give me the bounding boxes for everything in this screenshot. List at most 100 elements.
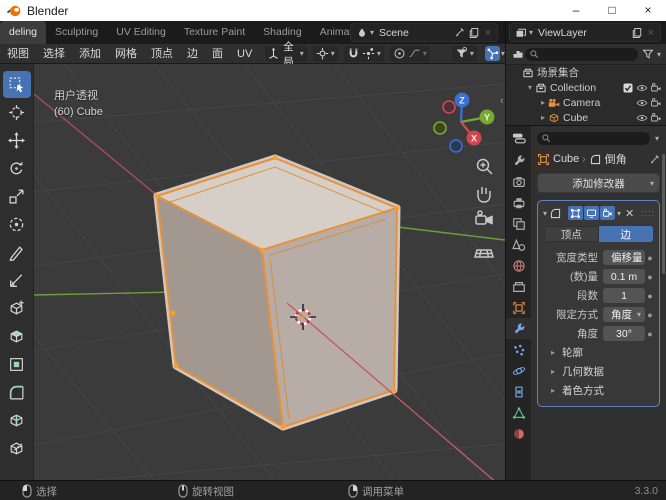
outliner-item-label[interactable]: Camera (563, 97, 600, 109)
cube-object[interactable] (153, 154, 401, 431)
workspace-tab-deling[interactable]: deling (0, 21, 47, 44)
properties-search-input[interactable] (537, 131, 650, 145)
outliner-row-collection[interactable]: ▾ Collection (506, 80, 666, 95)
delete-modifier-icon[interactable]: ✕ (625, 207, 634, 220)
properties-tab-object[interactable] (506, 297, 531, 318)
viewport-menu-3[interactable]: 网格 (108, 44, 144, 64)
minimize-button[interactable]: – (558, 0, 594, 21)
remove-icon[interactable]: × (645, 27, 657, 39)
tool-bevel[interactable] (3, 379, 31, 406)
camera-view-icon[interactable] (475, 210, 493, 225)
animate-dot-icon[interactable]: ● (645, 310, 655, 320)
orientation-dropdown[interactable]: 全局 ▾ (265, 41, 307, 68)
properties-tab-world[interactable] (506, 255, 531, 276)
properties-tab-output[interactable] (506, 192, 531, 213)
affect-edges-button[interactable]: 边 (598, 226, 653, 242)
filter-icon[interactable] (641, 47, 656, 62)
outliner-item-label[interactable]: 场景集合 (537, 65, 579, 80)
tool-cursor[interactable] (3, 99, 31, 126)
proportional-edit-controls[interactable]: ▾ (389, 45, 430, 62)
tool-rotate[interactable] (3, 155, 31, 182)
workspace-tab-uv-editing[interactable]: UV Editing (107, 21, 175, 44)
tool-transform[interactable] (3, 211, 31, 238)
modifier-section-1[interactable]: ▸ 几何数据 (542, 362, 655, 381)
viewport-canvas[interactable]: Z Y X ‹ 用户透视 (60) Cube (34, 64, 505, 480)
close-button[interactable]: × (630, 0, 666, 21)
eye-toggle-icon[interactable] (636, 82, 648, 94)
value-field[interactable]: 1 (603, 288, 645, 303)
snap-controls[interactable]: ▾ (343, 45, 384, 62)
properties-tab-material[interactable] (506, 423, 531, 444)
sidebar-collapse-chevron[interactable]: ‹ (500, 95, 504, 107)
viewlayer-selector[interactable]: ▾ ViewLayer × (509, 23, 661, 42)
breadcrumb-object[interactable]: Cube (553, 153, 579, 165)
add-modifier-button[interactable]: 添加修改器 ▾ (537, 173, 660, 193)
eye-toggle-icon[interactable] (636, 112, 648, 124)
tool-move[interactable] (3, 127, 31, 154)
modifier-section-2[interactable]: ▸ 着色方式 (542, 381, 655, 400)
gizmo-y-neg[interactable] (433, 121, 447, 135)
properties-tab-object-data[interactable] (506, 402, 531, 423)
tool-scale[interactable] (3, 183, 31, 210)
outliner-search-input[interactable] (525, 47, 638, 61)
scene-selector[interactable]: ▾ Scene × (350, 23, 498, 42)
modifier-section-0[interactable]: ▸ 轮廓 (542, 343, 655, 362)
viewport-menu-6[interactable]: 面 (205, 44, 230, 64)
outliner-item-label[interactable]: Collection (550, 82, 596, 94)
dropdown-field[interactable]: 角度 ▾ (603, 307, 645, 322)
tool-measure[interactable] (3, 267, 31, 294)
viewport-menu-5[interactable]: 边 (180, 44, 205, 64)
gizmo-z-neg[interactable] (449, 139, 463, 153)
gizmo-toggle-icon[interactable] (484, 46, 500, 61)
camera-toggle-icon[interactable] (650, 82, 662, 94)
tool-add-cube[interactable] (3, 295, 31, 322)
extras-menu-icon[interactable]: ▾ (616, 209, 622, 218)
properties-tab-render[interactable] (506, 171, 531, 192)
workspace-tab-texture-paint[interactable]: Texture Paint (175, 21, 254, 44)
properties-tab-collection[interactable] (506, 276, 531, 297)
expand-icon[interactable]: ▾ (542, 209, 548, 218)
tool-loop-cut[interactable] (3, 407, 31, 434)
properties-tab-tool[interactable] (506, 150, 531, 171)
checkbox-toggle-icon[interactable] (622, 82, 634, 94)
animate-dot-icon[interactable]: ● (645, 329, 655, 339)
expander-icon[interactable]: ▸ (538, 113, 548, 122)
gizmo-x-neg[interactable] (442, 100, 456, 114)
copy-icon[interactable] (467, 25, 482, 40)
outliner-row-camera[interactable]: ▸ Camera (506, 95, 666, 110)
expander-icon[interactable]: ▸ (538, 98, 548, 107)
editor-type-button[interactable] (506, 126, 531, 150)
realtime-toggle[interactable] (584, 206, 600, 220)
navigation-gizmo[interactable]: Z Y X (433, 92, 495, 153)
zoom-icon[interactable] (476, 158, 493, 175)
tool-knife[interactable] (3, 435, 31, 462)
eye-toggle-icon[interactable] (636, 97, 648, 109)
value-field[interactable]: 30° (603, 326, 645, 341)
properties-tab-physics[interactable] (506, 360, 531, 381)
viewport-menu-2[interactable]: 添加 (72, 44, 108, 64)
properties-tab-modifiers[interactable] (506, 318, 531, 339)
properties-tab-scene[interactable] (506, 234, 531, 255)
camera-toggle-icon[interactable] (650, 97, 662, 109)
editmode-toggle[interactable] (568, 206, 584, 220)
animate-dot-icon[interactable]: ● (645, 253, 655, 263)
animate-dot-icon[interactable]: ● (645, 272, 655, 282)
render-toggle[interactable] (600, 206, 616, 220)
properties-tab-view-layer[interactable] (506, 213, 531, 234)
dropdown-field[interactable]: 偏移量 ▾ (603, 250, 645, 265)
properties-tab-constraints[interactable] (506, 381, 531, 402)
viewport-menu-4[interactable]: 顶点 (144, 44, 180, 64)
workspace-tab-sculpting[interactable]: Sculpting (46, 21, 107, 44)
properties-tab-particles[interactable] (506, 339, 531, 360)
tool-inset-faces[interactable] (3, 351, 31, 378)
editor-type-icon[interactable] (510, 47, 525, 62)
animate-dot-icon[interactable]: ● (645, 291, 655, 301)
maximize-button[interactable]: □ (594, 0, 630, 21)
drag-handle-icon[interactable]: :::: (641, 208, 655, 218)
breadcrumb-modifier[interactable]: 倒角 (605, 151, 627, 167)
viewport-menu-0[interactable]: 视图 (0, 44, 36, 64)
affect-vertices-button[interactable]: 顶点 (544, 226, 599, 242)
viewport-menu-1[interactable]: 选择 (36, 44, 72, 64)
pin-icon[interactable] (649, 154, 660, 165)
scrollbar[interactable] (662, 154, 665, 274)
